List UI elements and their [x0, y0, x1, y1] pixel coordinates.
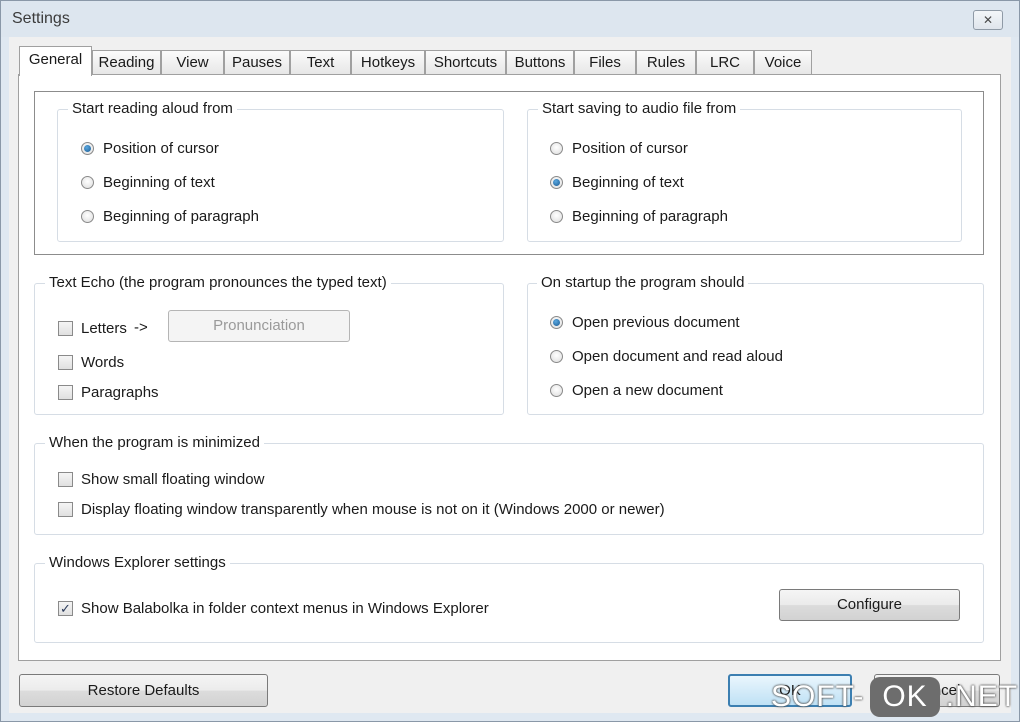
settings-window: Settings ✕ General Reading View Pauses T…	[0, 0, 1020, 722]
text-echo-legend: Text Echo (the program pronounces the ty…	[45, 274, 391, 291]
button-label: Pronunciation	[213, 317, 305, 334]
tab-label: Voice	[764, 54, 802, 71]
radio-icon	[81, 175, 94, 189]
option-label: Beginning of text	[103, 173, 215, 191]
tab-buttons[interactable]: Buttons	[506, 50, 574, 74]
explorer-legend: Windows Explorer settings	[45, 554, 230, 571]
checkbox-icon	[58, 384, 73, 400]
title-bar: Settings ✕	[1, 1, 1019, 37]
letters-checkbox[interactable]: Letters	[58, 317, 127, 339]
checkbox-label: Show small floating window	[81, 470, 265, 488]
startup-option-new[interactable]: Open a new document	[550, 379, 723, 401]
minimized-legend: When the program is minimized	[45, 434, 264, 451]
saving-option-paragraph[interactable]: Beginning of paragraph	[550, 205, 728, 227]
tab-label: LRC	[709, 54, 740, 71]
option-label: Beginning of paragraph	[103, 207, 259, 225]
tab-text[interactable]: Text	[290, 50, 351, 74]
tab-voice[interactable]: Voice	[754, 50, 812, 74]
watermark-right: .NET	[945, 680, 1019, 713]
startup-option-read-aloud[interactable]: Open document and read aloud	[550, 345, 783, 367]
tab-view[interactable]: View	[161, 50, 224, 74]
option-label: Open a new document	[572, 381, 723, 399]
checkbox-label: Show Balabolka in folder context menus i…	[81, 599, 489, 617]
reading-option-cursor[interactable]: Position of cursor	[81, 137, 219, 159]
tab-label: Rules	[646, 54, 686, 71]
radio-icon	[81, 209, 94, 223]
radio-selected-icon	[550, 175, 563, 189]
close-icon: ✕	[982, 13, 994, 27]
radio-selected-icon	[550, 315, 563, 329]
tab-label: Shortcuts	[433, 54, 498, 71]
reading-option-text[interactable]: Beginning of text	[81, 171, 215, 193]
checkbox-icon	[58, 354, 73, 370]
radio-icon	[550, 349, 563, 363]
context-menu-checkbox[interactable]: ✓ Show Balabolka in folder context menus …	[58, 597, 489, 619]
tab-pauses[interactable]: Pauses	[224, 50, 290, 74]
option-label: Position of cursor	[103, 139, 219, 157]
transparent-floating-checkbox[interactable]: Display floating window transparently wh…	[58, 498, 665, 520]
restore-defaults-button[interactable]: Restore Defaults	[19, 674, 268, 707]
tab-label: General	[28, 51, 83, 68]
saving-option-cursor[interactable]: Position of cursor	[550, 137, 688, 159]
start-saving-legend: Start saving to audio file from	[538, 100, 741, 117]
tab-label: Pauses	[231, 54, 283, 71]
option-label: Open previous document	[572, 313, 740, 331]
tab-label: Text	[306, 54, 335, 71]
tab-label: Files	[589, 54, 621, 71]
checkbox-icon	[58, 501, 73, 517]
tab-label: Reading	[98, 54, 155, 71]
checkbox-icon	[58, 320, 73, 336]
radio-selected-icon	[81, 141, 94, 155]
configure-button[interactable]: Configure	[779, 589, 960, 621]
button-label: Configure	[836, 596, 903, 613]
option-label: Beginning of paragraph	[572, 207, 728, 225]
letters-arrow: ->	[134, 319, 148, 336]
tab-shortcuts[interactable]: Shortcuts	[425, 50, 506, 74]
tab-rules[interactable]: Rules	[636, 50, 696, 74]
show-floating-checkbox[interactable]: Show small floating window	[58, 468, 264, 490]
checkbox-label: Words	[81, 353, 125, 371]
radio-icon	[550, 209, 563, 223]
startup-option-previous[interactable]: Open previous document	[550, 311, 740, 333]
option-label: Beginning of text	[572, 173, 684, 191]
words-checkbox[interactable]: Words	[58, 351, 124, 373]
startup-legend: On startup the program should	[537, 274, 749, 291]
window-title: Settings	[12, 10, 70, 27]
tab-reading[interactable]: Reading	[92, 50, 161, 74]
watermark: SOFT- OK .NET	[771, 675, 1018, 719]
tab-label: Buttons	[514, 54, 566, 71]
tab-hotkeys[interactable]: Hotkeys	[351, 50, 425, 74]
pronunciation-button[interactable]: Pronunciation	[168, 310, 350, 342]
tab-lrc[interactable]: LRC	[696, 50, 754, 74]
radio-icon	[550, 383, 563, 397]
option-label: Position of cursor	[572, 139, 688, 157]
tab-general[interactable]: General	[19, 46, 92, 76]
checkbox-label: Display floating window transparently wh…	[81, 500, 665, 518]
tab-label: Hotkeys	[360, 54, 416, 71]
checkmark-icon: ✓	[58, 600, 73, 616]
tab-files[interactable]: Files	[574, 50, 636, 74]
reading-option-paragraph[interactable]: Beginning of paragraph	[81, 205, 259, 227]
paragraphs-checkbox[interactable]: Paragraphs	[58, 381, 159, 403]
watermark-box: OK	[870, 677, 940, 717]
radio-icon	[550, 141, 563, 155]
saving-option-text[interactable]: Beginning of text	[550, 171, 684, 193]
checkbox-icon	[58, 471, 73, 487]
button-label: Restore Defaults	[87, 682, 200, 699]
tab-label: View	[176, 54, 209, 71]
start-reading-legend: Start reading aloud from	[68, 100, 237, 117]
close-button[interactable]: ✕	[973, 10, 1003, 30]
checkbox-label: Letters	[81, 319, 127, 337]
watermark-left: SOFT-	[771, 680, 865, 713]
option-label: Open document and read aloud	[572, 347, 783, 365]
checkbox-label: Paragraphs	[81, 383, 159, 401]
